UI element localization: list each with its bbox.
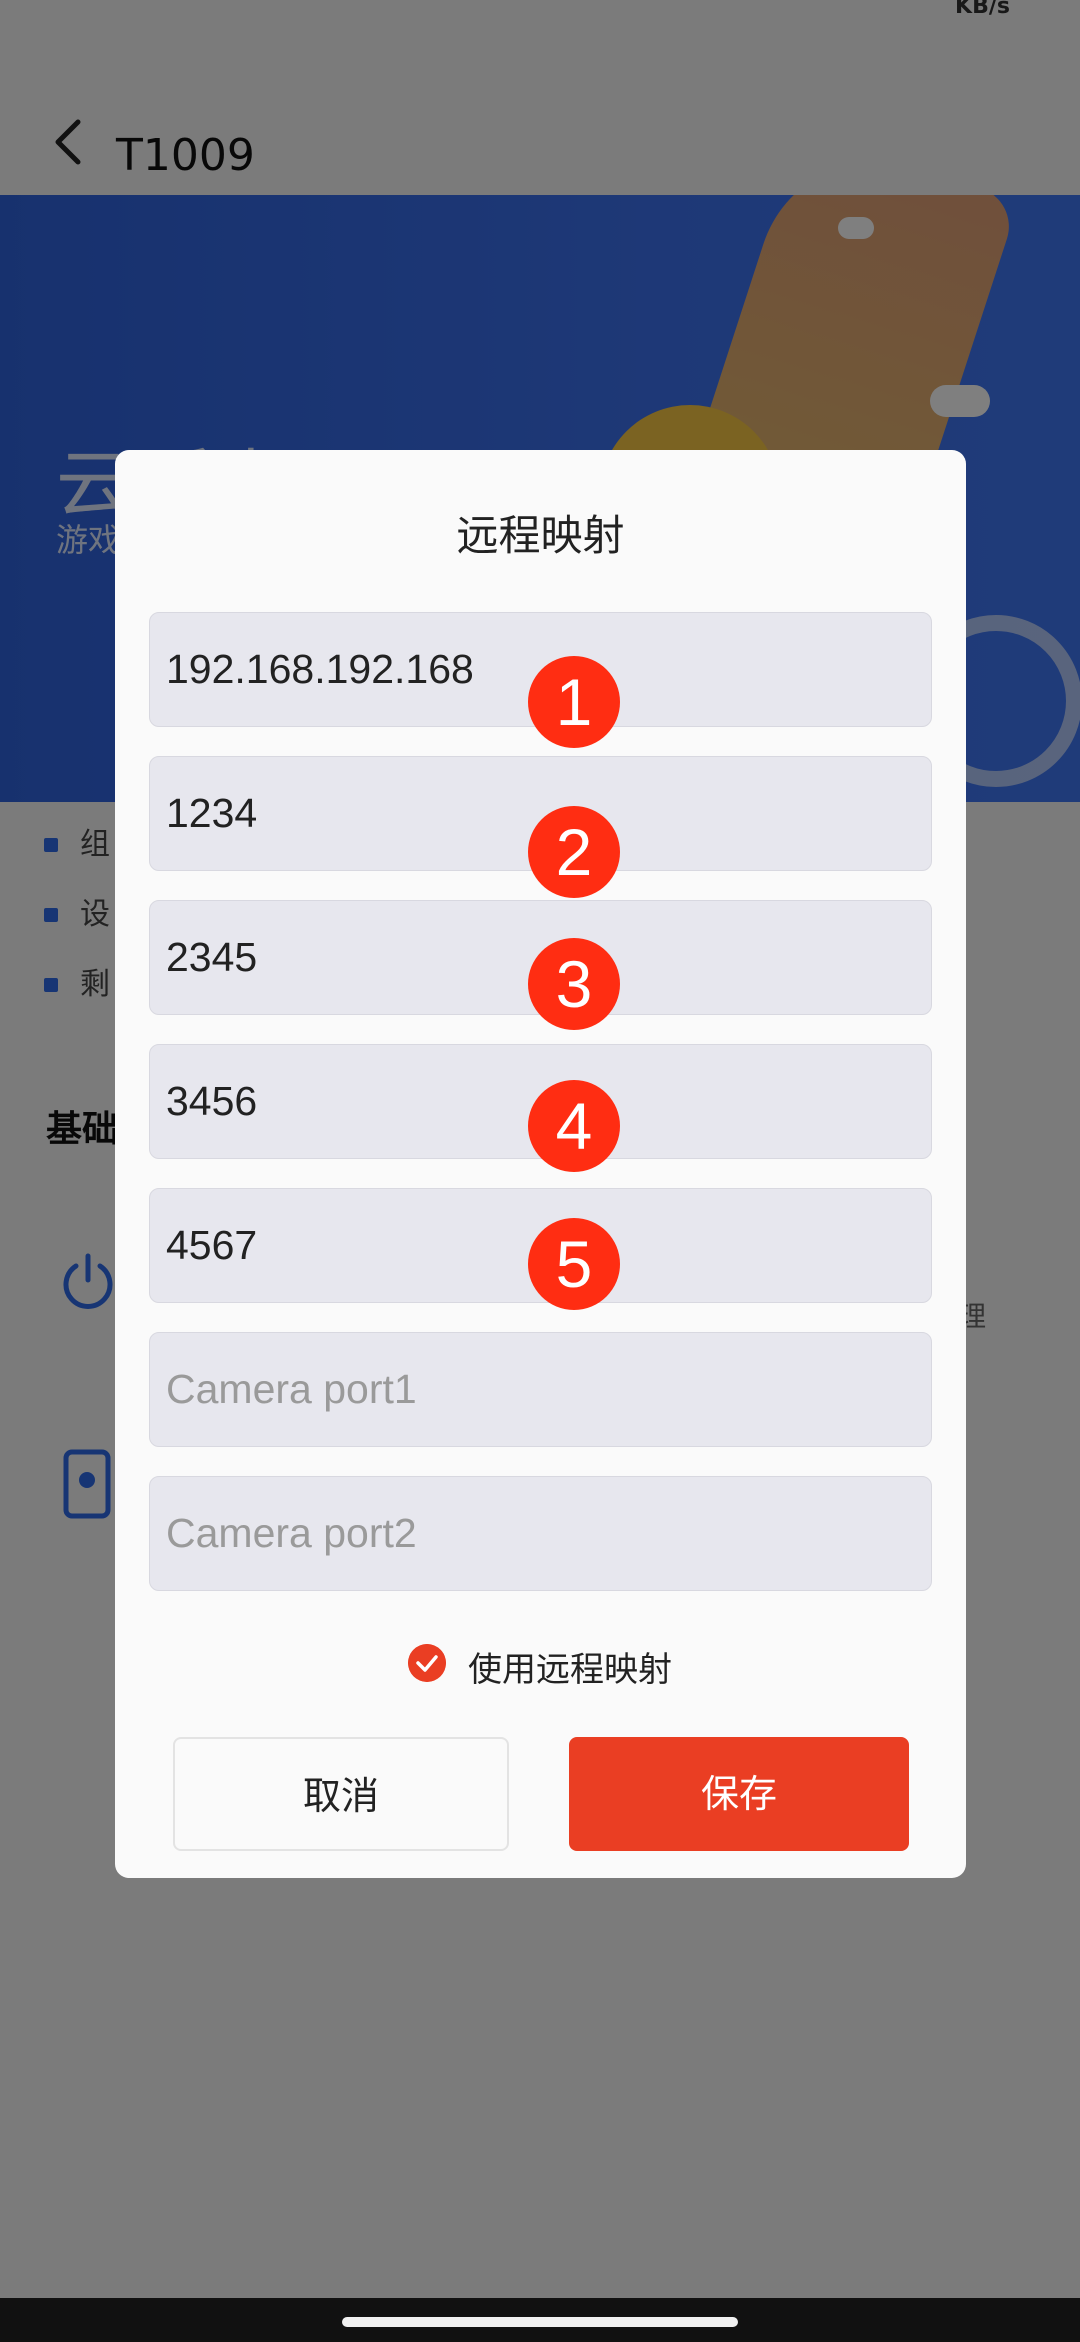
annotation-badge-1: 1 — [528, 656, 620, 748]
annotation-badge-3: 3 — [528, 938, 620, 1030]
home-indicator[interactable] — [342, 2317, 738, 2327]
dialog-title: 远程映射 — [456, 511, 625, 560]
camera-port2-input[interactable] — [149, 1476, 932, 1591]
annotation-badge-5: 5 — [528, 1218, 620, 1310]
checkmark-icon[interactable] — [408, 1644, 446, 1682]
remote-mapping-dialog: 远程映射 1 2 3 4 5 使用远程映射 取消 保存 — [115, 450, 966, 1878]
annotation-badge-4: 4 — [528, 1080, 620, 1172]
camera-port1-input[interactable] — [149, 1332, 932, 1447]
checkbox-label: 使用远程映射 — [468, 1650, 672, 1690]
cancel-button[interactable]: 取消 — [173, 1737, 509, 1851]
annotation-badge-2: 2 — [528, 806, 620, 898]
save-button[interactable]: 保存 — [569, 1737, 909, 1851]
use-remote-mapping-checkbox[interactable]: 使用远程映射 — [115, 1640, 966, 1690]
